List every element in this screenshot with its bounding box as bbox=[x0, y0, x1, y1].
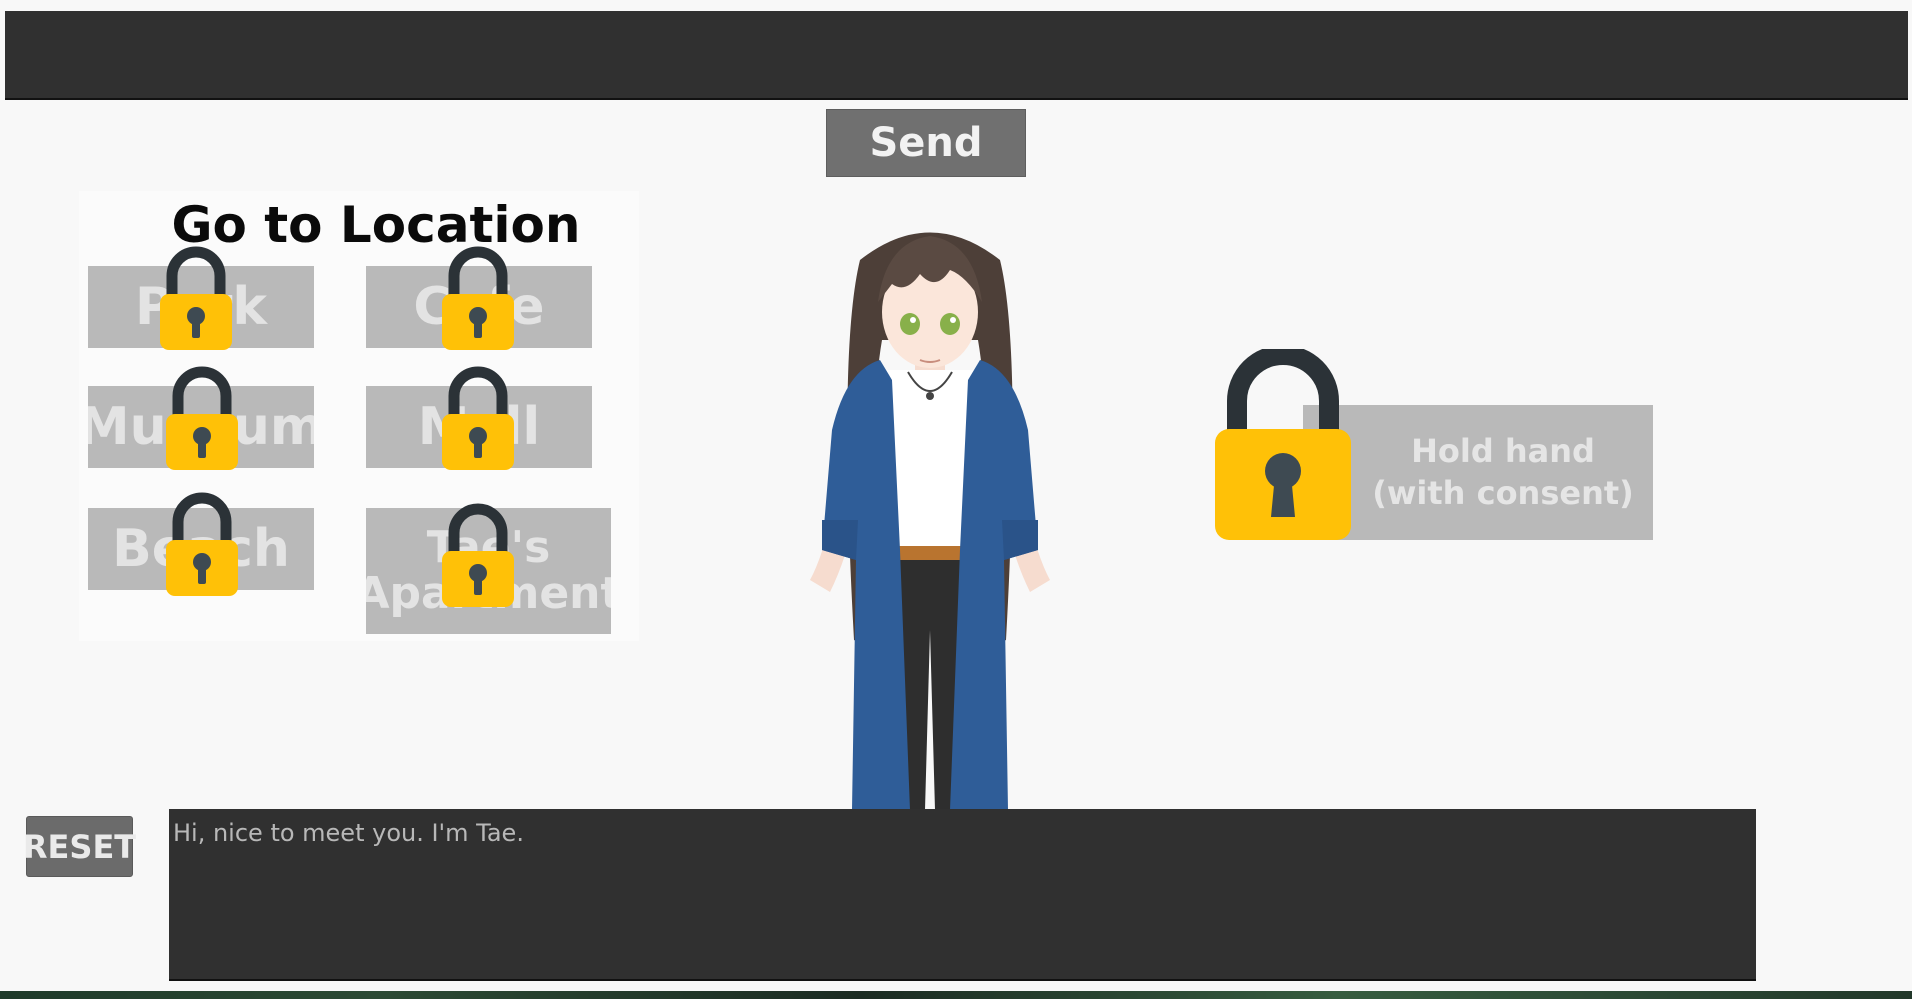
hold-hand-label-line2: (with consent) bbox=[1372, 473, 1634, 512]
message-input[interactable] bbox=[5, 11, 1908, 100]
taskbar-strip bbox=[0, 991, 1912, 999]
location-button-park[interactable]: Park bbox=[88, 266, 314, 348]
location-button-mall[interactable]: Mall bbox=[366, 386, 592, 468]
location-button-taes-apartment[interactable]: Tae's Apartment bbox=[366, 508, 611, 634]
reset-button[interactable]: RESET bbox=[23, 816, 136, 877]
character-portrait bbox=[810, 232, 1050, 810]
hold-hand-label-line1: Hold hand bbox=[1411, 431, 1595, 470]
location-title: Go to Location bbox=[171, 196, 581, 254]
hold-hand-button[interactable]: Hold hand (with consent) bbox=[1303, 405, 1653, 540]
dialogue-box: Hi, nice to meet you. I'm Tae. bbox=[169, 809, 1756, 981]
location-button-cafe[interactable]: Cafe bbox=[366, 266, 592, 348]
send-button[interactable]: Send bbox=[826, 109, 1026, 177]
location-button-beach[interactable]: Beach bbox=[88, 508, 314, 590]
location-button-museum[interactable]: Museum bbox=[88, 386, 314, 468]
